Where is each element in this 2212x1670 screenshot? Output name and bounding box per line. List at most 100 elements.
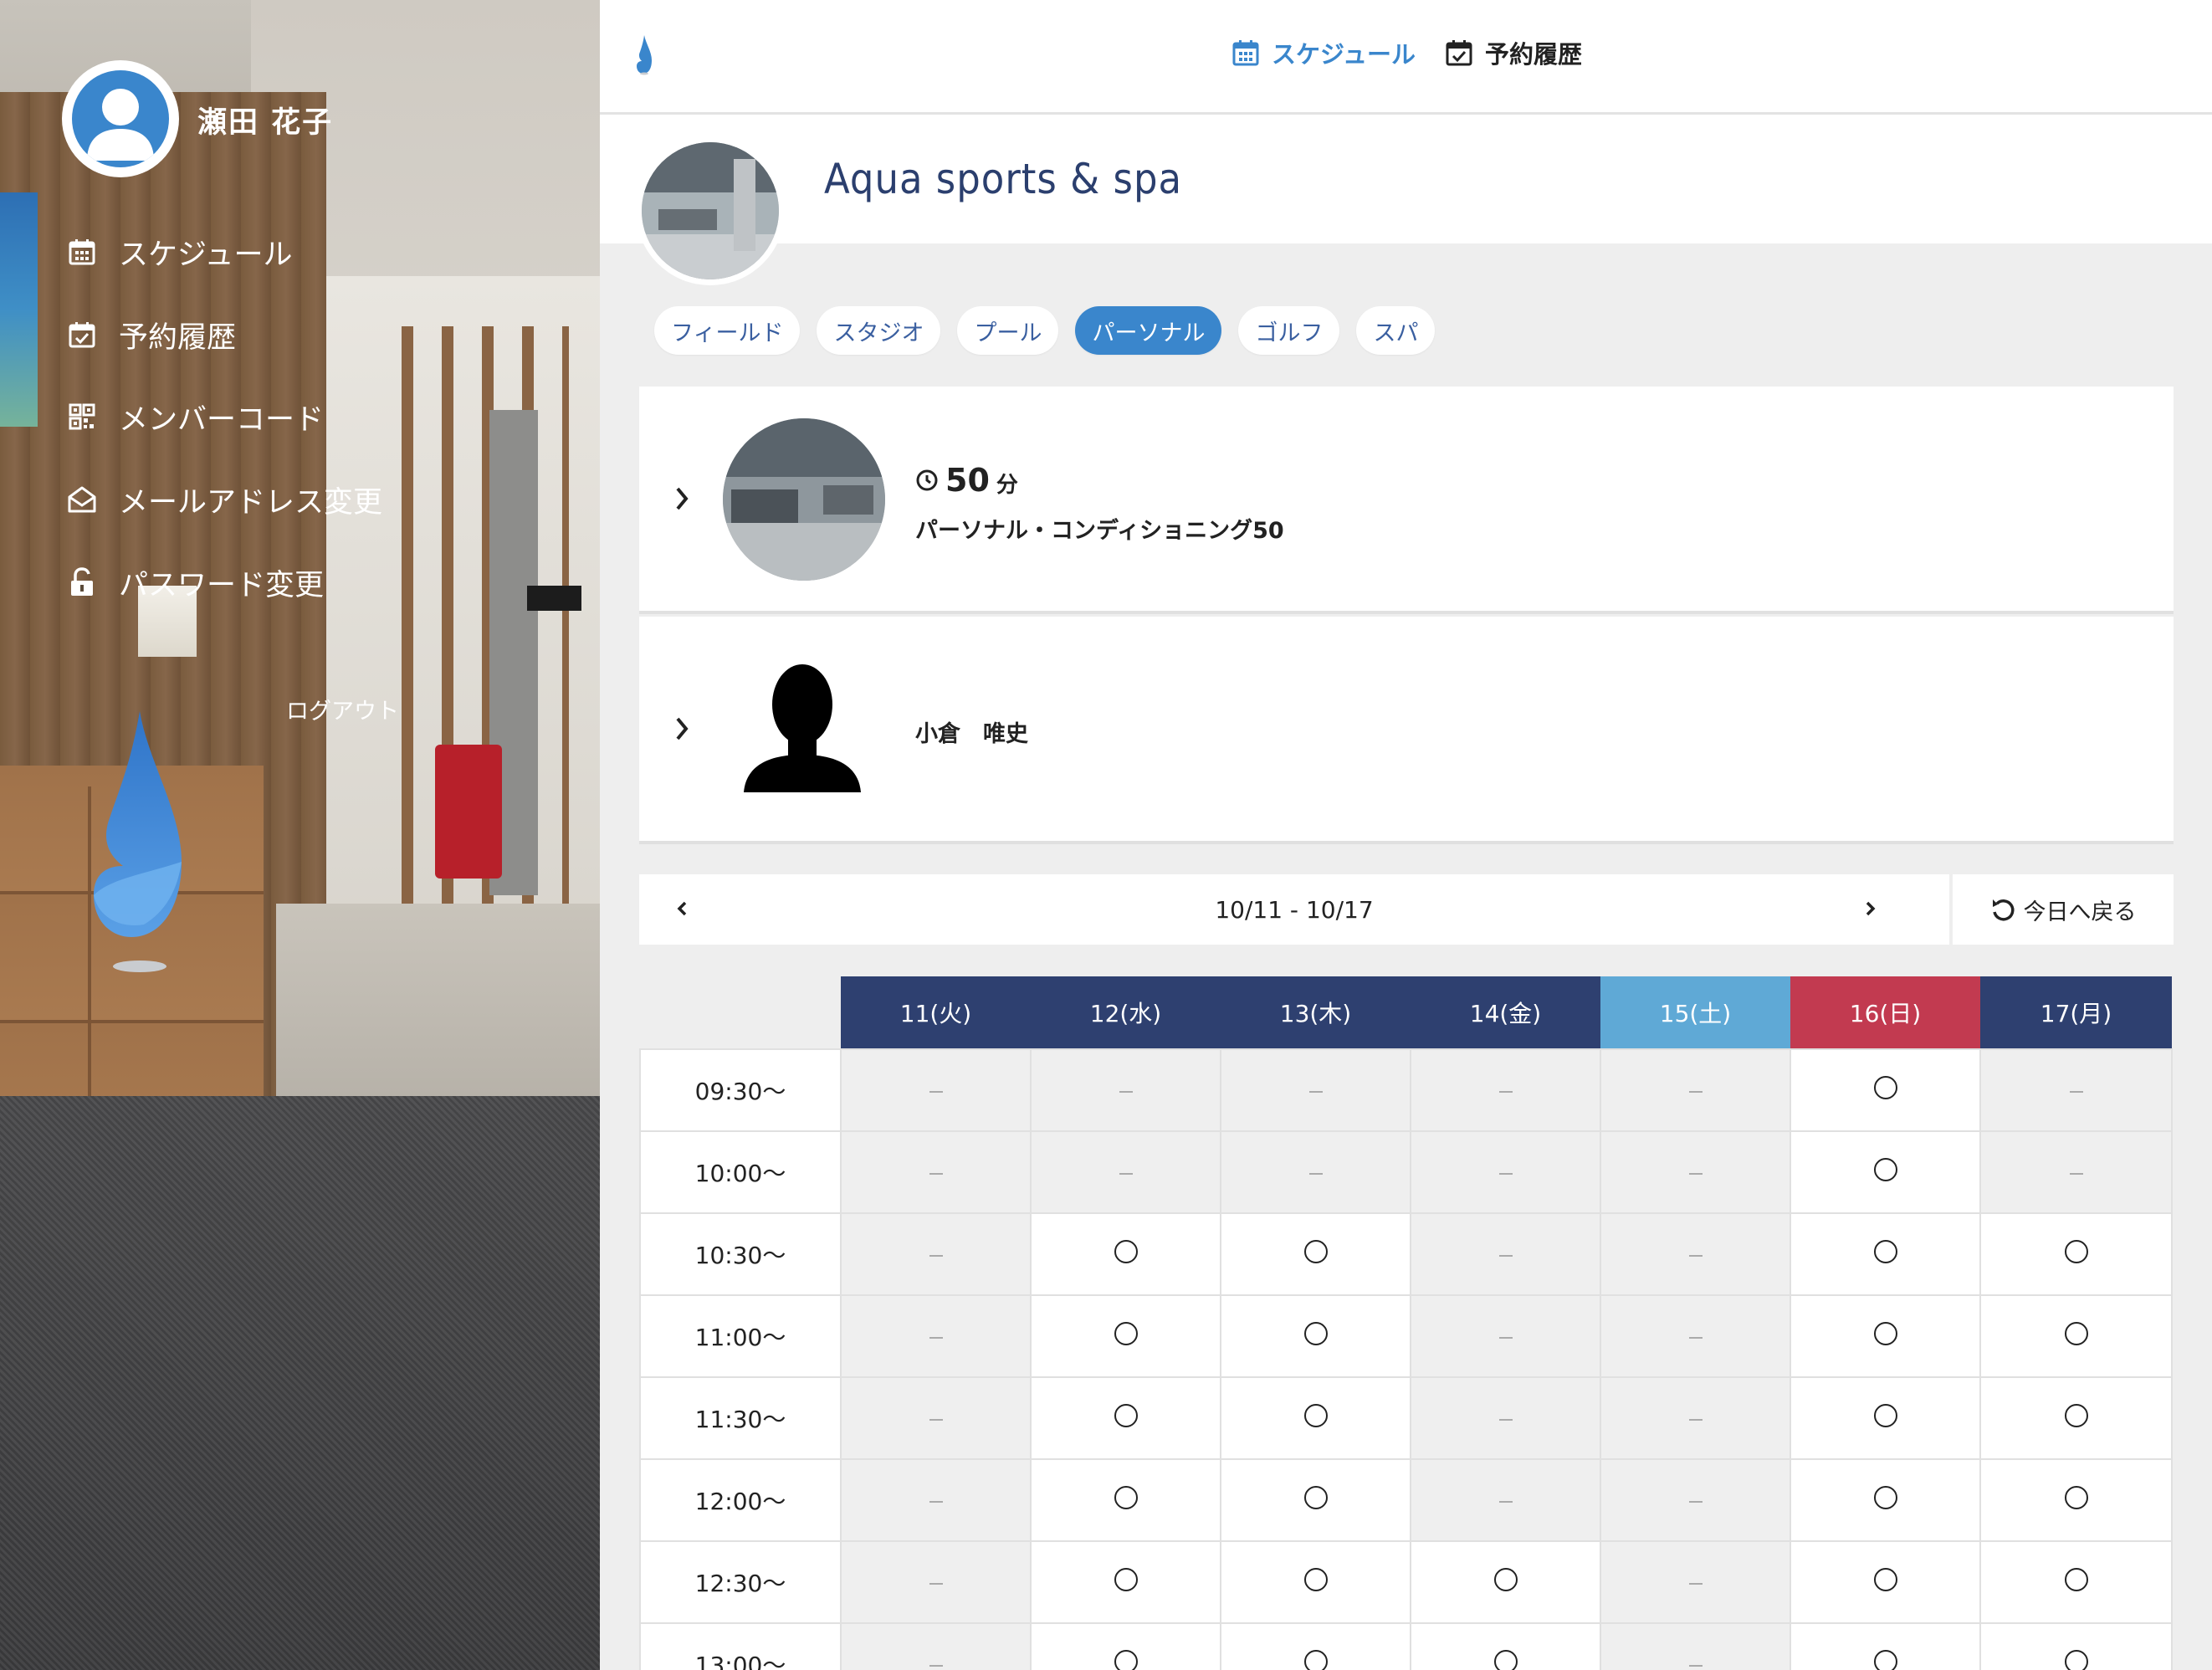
table-row: 10:00〜 xyxy=(639,1130,2173,1214)
available-circle-icon xyxy=(2064,1649,2088,1670)
available-circle-icon xyxy=(1873,1485,1897,1509)
menu-card[interactable]: 50 分 パーソナル・コンディショニング50 xyxy=(639,387,2174,614)
available-circle-icon xyxy=(2064,1485,2088,1509)
unavailable-dash-icon xyxy=(1498,1336,1513,1339)
sidebar: 瀬田 花子 スケジュール 予約履歴 メンバーコード メールアドレス変更 パスワー… xyxy=(0,0,600,1670)
available-circle-icon xyxy=(1303,1567,1328,1591)
available-circle-icon xyxy=(1873,1567,1897,1591)
tab-pool[interactable]: プール xyxy=(957,306,1059,355)
top-nav-history[interactable]: 予約履歴 xyxy=(1445,35,1582,70)
menu-duration: 50 分 xyxy=(915,462,1018,499)
slot-unavailable xyxy=(1600,1048,1791,1132)
menu-title: パーソナル・コンディショニング50 xyxy=(915,518,1284,544)
unavailable-dash-icon xyxy=(2069,1172,2083,1175)
slot-unavailable xyxy=(1220,1130,1411,1214)
sidebar-item-password-change[interactable]: パスワード変更 xyxy=(65,559,324,606)
day-header-sunday: 16(日) xyxy=(1790,976,1980,1049)
unavailable-dash-icon xyxy=(1688,1336,1703,1339)
top-nav-schedule[interactable]: スケジュール xyxy=(1231,35,1416,70)
slot-available[interactable] xyxy=(1790,1130,1981,1214)
tab-golf[interactable]: ゴルフ xyxy=(1238,306,1340,355)
slot-unavailable xyxy=(840,1622,1032,1670)
top-bar: スケジュール 予約履歴 xyxy=(600,0,2212,115)
top-nav-history-label: 予約履歴 xyxy=(1485,40,1583,69)
time-slot-label: 12:00〜 xyxy=(639,1458,842,1542)
category-tabs: フィールド スタジオ プール パーソナル ゴルフ スパ xyxy=(654,306,1436,355)
slot-available[interactable] xyxy=(1979,1294,2173,1378)
sidebar-item-label: パスワード変更 xyxy=(119,568,325,602)
trainer-card[interactable]: 小倉 唯史 xyxy=(639,617,2174,844)
slot-available[interactable] xyxy=(1790,1376,1981,1460)
available-circle-icon xyxy=(1114,1485,1138,1509)
slot-available[interactable] xyxy=(1220,1212,1411,1296)
unavailable-dash-icon xyxy=(929,1090,943,1093)
slot-unavailable xyxy=(1979,1130,2173,1214)
unavailable-dash-icon xyxy=(1688,1500,1703,1503)
slot-available[interactable] xyxy=(1220,1376,1411,1460)
unavailable-dash-icon xyxy=(1688,1418,1703,1421)
back-to-today-label: 今日へ戻る xyxy=(2023,899,2137,925)
slot-available[interactable] xyxy=(1790,1458,1981,1542)
slot-available[interactable] xyxy=(1030,1458,1221,1542)
available-circle-icon xyxy=(1873,1075,1897,1099)
slot-available[interactable] xyxy=(1979,1376,2173,1460)
slot-available[interactable] xyxy=(1979,1540,2173,1624)
available-circle-icon xyxy=(2064,1567,2088,1591)
slot-available[interactable] xyxy=(1220,1294,1411,1378)
logout-link[interactable]: ログアウト xyxy=(286,693,399,725)
chevron-right-icon[interactable] xyxy=(673,714,693,744)
sidebar-item-member-code[interactable]: メンバーコード xyxy=(65,393,324,440)
sidebar-item-schedule[interactable]: スケジュール xyxy=(65,228,293,275)
slot-available[interactable] xyxy=(1030,1294,1221,1378)
slot-available[interactable] xyxy=(1979,1622,2173,1670)
slot-available[interactable] xyxy=(1030,1376,1221,1460)
unavailable-dash-icon xyxy=(929,1336,943,1339)
tab-field[interactable]: フィールド xyxy=(654,306,801,355)
slot-available[interactable] xyxy=(1790,1540,1981,1624)
slot-unavailable xyxy=(1410,1130,1601,1214)
slot-available[interactable] xyxy=(1790,1048,1981,1132)
unavailable-dash-icon xyxy=(929,1582,943,1585)
table-row: 11:30〜 xyxy=(639,1376,2173,1460)
user-avatar xyxy=(62,60,179,177)
available-circle-icon xyxy=(1114,1567,1138,1591)
slot-available[interactable] xyxy=(1030,1540,1221,1624)
undo-icon xyxy=(1990,897,2015,922)
schedule-corner xyxy=(640,976,841,1049)
unavailable-dash-icon xyxy=(1498,1500,1513,1503)
slot-available[interactable] xyxy=(1220,1458,1411,1542)
slot-available[interactable] xyxy=(1030,1622,1221,1670)
available-circle-icon xyxy=(2064,1239,2088,1263)
available-circle-icon xyxy=(1873,1239,1897,1263)
slot-unavailable xyxy=(840,1540,1032,1624)
slot-unavailable xyxy=(1979,1048,2173,1132)
duration-unit: 分 xyxy=(996,472,1018,498)
tab-spa[interactable]: スパ xyxy=(1356,306,1436,355)
slot-available[interactable] xyxy=(1790,1294,1981,1378)
time-slot-label: 13:00〜 xyxy=(639,1622,842,1670)
slot-available[interactable] xyxy=(1220,1540,1411,1624)
day-header-saturday: 15(土) xyxy=(1600,976,1790,1049)
time-slot-label: 10:30〜 xyxy=(639,1212,842,1296)
sidebar-item-email-change[interactable]: メールアドレス変更 xyxy=(65,476,382,523)
slot-unavailable xyxy=(840,1294,1032,1378)
slot-available[interactable] xyxy=(1790,1622,1981,1670)
slot-unavailable xyxy=(1600,1212,1791,1296)
back-to-today-button[interactable]: 今日へ戻る xyxy=(1953,874,2174,945)
water-drop-logo-small[interactable] xyxy=(635,35,653,75)
tab-studio[interactable]: スタジオ xyxy=(817,306,941,355)
chevron-right-icon[interactable] xyxy=(673,484,693,514)
slot-available[interactable] xyxy=(1220,1622,1411,1670)
slot-available[interactable] xyxy=(1410,1622,1601,1670)
slot-available[interactable] xyxy=(1030,1212,1221,1296)
sidebar-item-label: メールアドレス変更 xyxy=(119,485,383,520)
sidebar-item-history[interactable]: 予約履歴 xyxy=(65,311,236,358)
unavailable-dash-icon xyxy=(929,1254,943,1257)
slot-available[interactable] xyxy=(1979,1458,2173,1542)
unavailable-dash-icon xyxy=(1688,1172,1703,1175)
slot-available[interactable] xyxy=(1979,1212,2173,1296)
tab-personal[interactable]: パーソナル xyxy=(1075,306,1222,355)
chevron-right-icon[interactable] xyxy=(1861,894,1879,923)
slot-available[interactable] xyxy=(1410,1540,1601,1624)
slot-available[interactable] xyxy=(1790,1212,1981,1296)
